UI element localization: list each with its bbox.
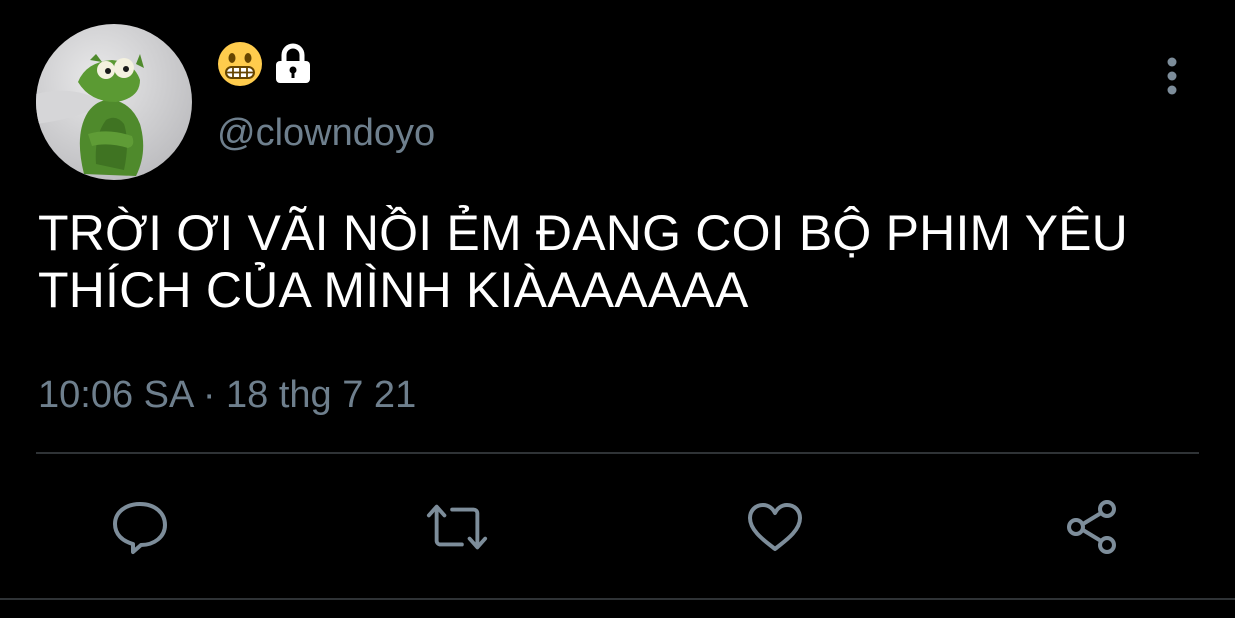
share-button[interactable] [1060,495,1124,559]
timestamp: 10:06 SA · 18 thg 7 21 [38,374,416,417]
more-vertical-icon [1167,57,1177,95]
divider [36,452,1199,454]
share-icon [1067,500,1116,554]
avatar[interactable] [36,24,192,180]
tweet-text: TRỜI ƠI VÃI NỒI ẺM ĐANG COI BỘ PHIM YÊU … [38,205,1128,318]
reply-icon [113,502,167,554]
heart-icon [748,503,802,551]
reply-button[interactable] [108,495,172,559]
timestamp-separator: · [202,374,216,416]
bottom-divider [0,598,1235,600]
user-handle[interactable]: @clowndoyo [217,112,435,155]
tweet-detail: @clowndoyo TRỜI ƠI VÃI NỒI ẺM ĐANG COI B… [0,0,1235,618]
grimacing-face-emoji-icon [217,41,263,87]
retweet-button[interactable] [425,495,489,559]
tweet-date[interactable]: 18 thg 7 21 [226,374,416,416]
kermit-avatar-image [36,24,192,180]
display-name[interactable] [217,40,313,88]
tweet-time[interactable]: 10:06 SA [38,374,192,416]
retweet-icon [426,504,488,550]
more-options-button[interactable] [1150,52,1194,100]
lock-icon [273,43,313,85]
like-button[interactable] [743,495,807,559]
